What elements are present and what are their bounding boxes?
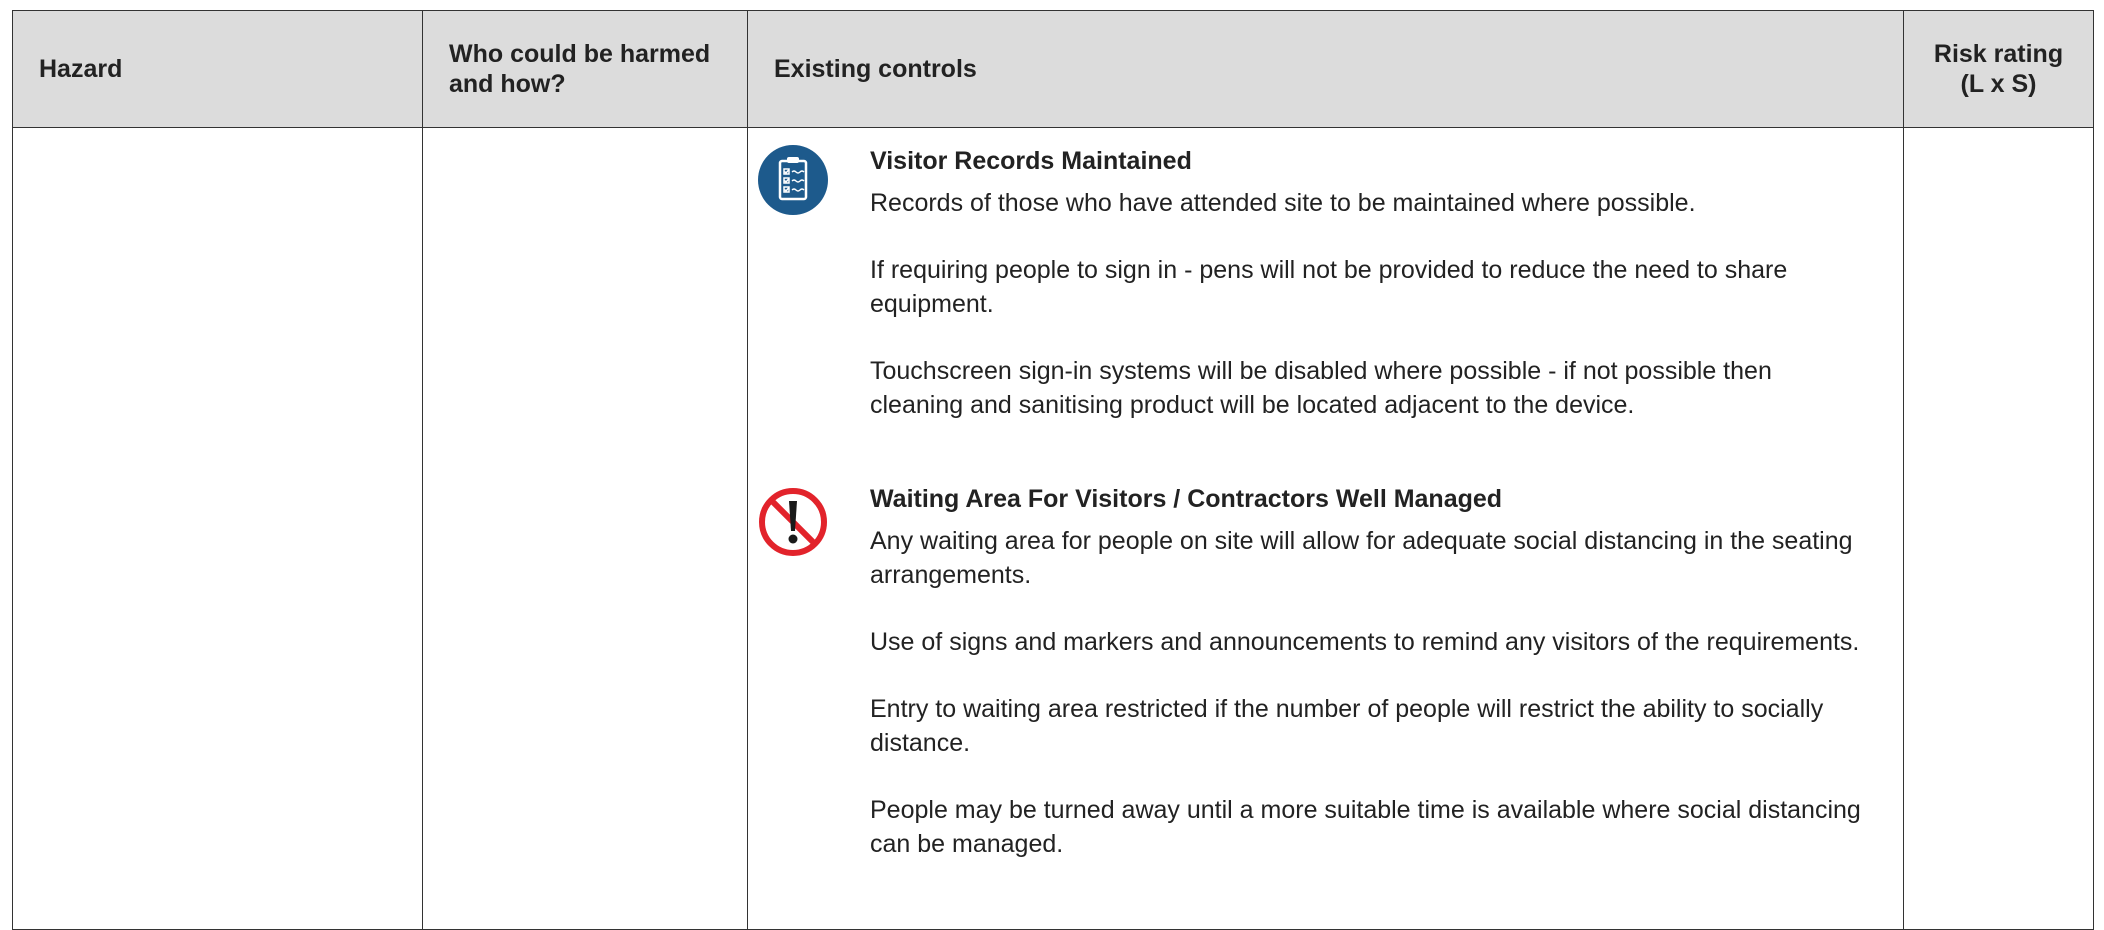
hazard-cell xyxy=(12,127,423,930)
table-header-row: Hazard Who could be harmed and how? Exis… xyxy=(12,10,2094,128)
control-title: Visitor Records Maintained xyxy=(870,147,1192,175)
header-who-harmed: Who could be harmed and how? xyxy=(422,10,748,128)
control-paragraph: Touchscreen sign-in systems will be disa… xyxy=(870,357,1772,419)
header-existing-controls: Existing controls xyxy=(747,10,1904,128)
who-harmed-cell xyxy=(422,127,748,930)
clipboard-checklist-icon xyxy=(758,145,828,215)
control-paragraph: Use of signs and markers and announcemen… xyxy=(870,628,1860,656)
risk-rating-cell xyxy=(1903,127,2094,930)
header-hazard: Hazard xyxy=(12,10,423,128)
existing-controls-cell: Visitor Records Maintained Records of th… xyxy=(747,127,1904,930)
control-paragraph: If requiring people to sign in - pens wi… xyxy=(870,256,1788,318)
header-risk-rating: Risk rating (L x S) xyxy=(1903,10,2094,128)
control-paragraph: Records of those who have attended site … xyxy=(870,189,1696,217)
control-paragraph: Entry to waiting area restricted if the … xyxy=(870,695,1824,757)
control-paragraph: Any waiting area for people on site will… xyxy=(870,527,1853,589)
control-paragraph: People may be turned away until a more s… xyxy=(870,796,1861,858)
table-row: Visitor Records Maintained Records of th… xyxy=(12,127,2094,930)
risk-assessment-table: Hazard Who could be harmed and how? Exis… xyxy=(12,10,2094,930)
control-title: Waiting Area For Visitors / Contractors … xyxy=(870,485,1503,513)
prohibition-exclamation-icon xyxy=(759,488,827,556)
